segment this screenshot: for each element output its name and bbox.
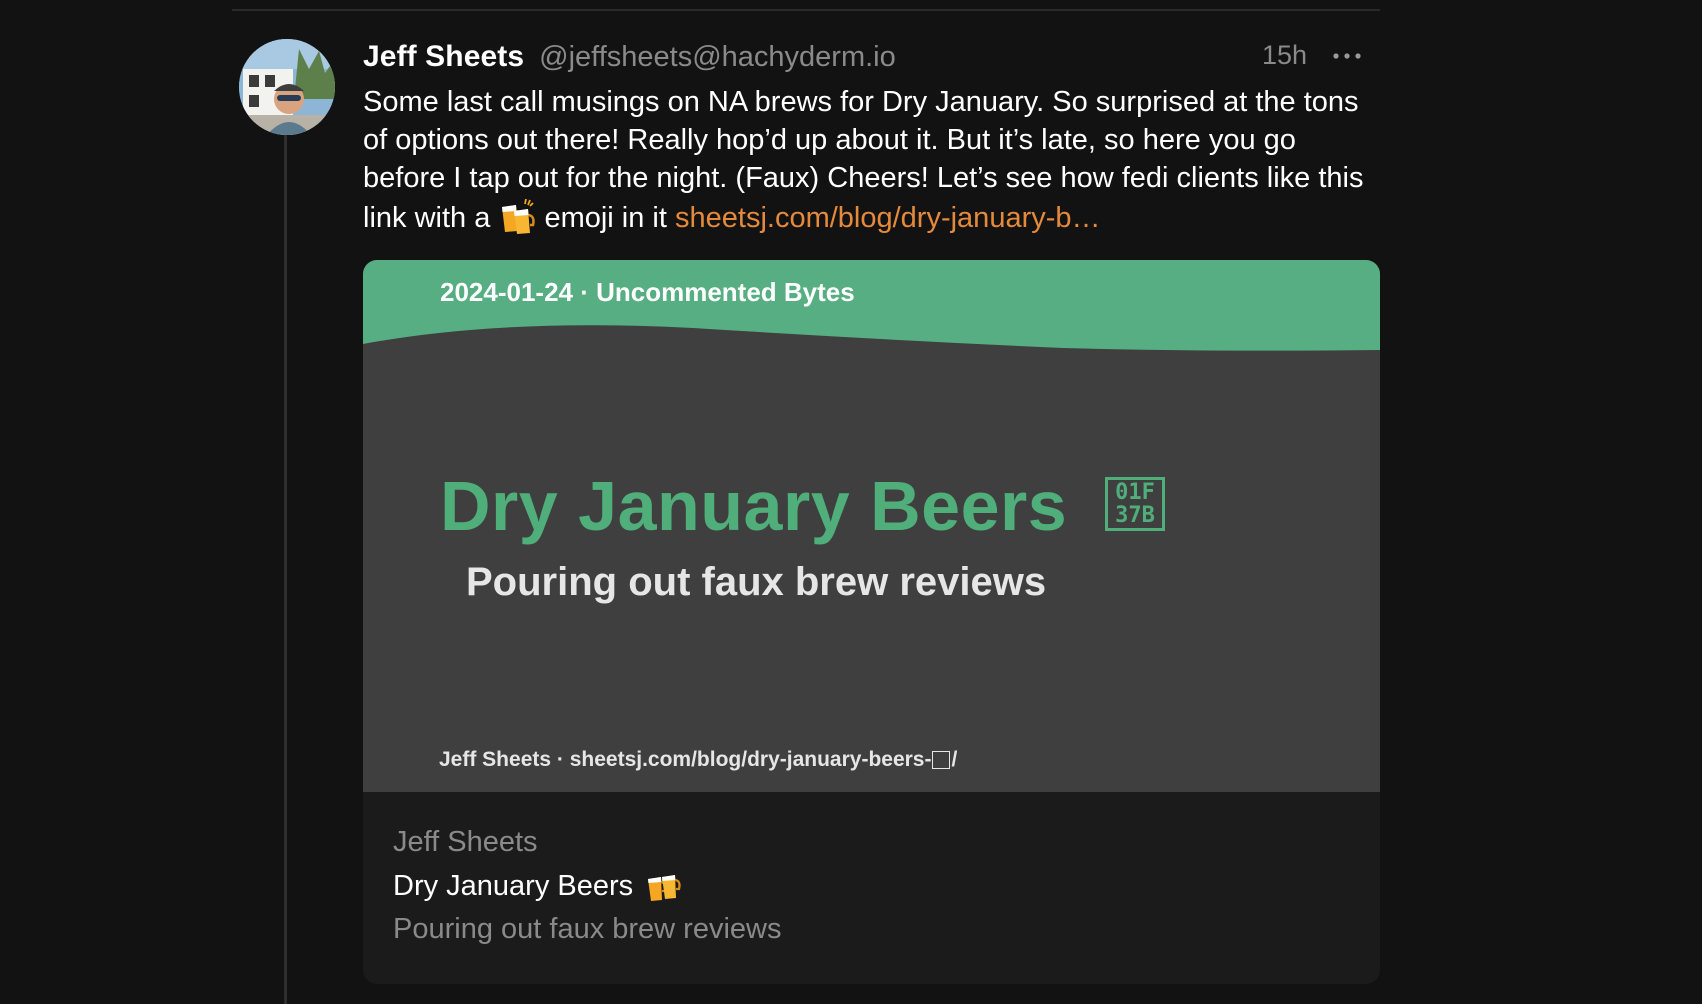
top-divider <box>232 9 1380 11</box>
green-wave-banner <box>363 260 1380 351</box>
og-footer-text: Jeff Sheets · sheetsj.com/blog/dry-janua… <box>439 748 932 771</box>
missing-glyph-code-bottom: 37B <box>1115 503 1155 528</box>
link-preview-title: Dry January Beers <box>393 869 634 902</box>
og-footer-suffix: / <box>951 748 958 771</box>
missing-glyph-code-top: 01F <box>1115 480 1155 505</box>
missing-glyph-box: 01F 37B <box>1105 477 1165 531</box>
link-preview-title-row: Dry January Beers <box>393 867 1353 905</box>
author-handle[interactable]: @jeffsheets@hachyderm.io <box>539 41 896 74</box>
clinking-beer-mugs-icon <box>498 197 536 235</box>
link-preview-author: Jeff Sheets <box>393 826 538 858</box>
missing-glyph-icon <box>932 751 951 769</box>
og-image-footer: Jeff Sheets · sheetsj.com/blog/dry-janua… <box>439 748 957 772</box>
og-image-subtitle: Pouring out faux brew reviews <box>466 560 1047 604</box>
post-timestamp[interactable]: 15h <box>1262 40 1307 71</box>
clinking-beer-mugs-icon <box>645 867 683 905</box>
link-preview-card[interactable]: 2024-01-24 · Uncommented Bytes Dry Janua… <box>363 260 1380 984</box>
og-image-title: Dry January Beers <box>440 467 1068 545</box>
author-display-name[interactable]: Jeff Sheets <box>363 40 524 74</box>
link-preview-meta: Jeff Sheets Dry January Beers Pouring ou… <box>393 826 1353 946</box>
link-preview-description: Pouring out faux brew reviews <box>393 913 782 945</box>
more-options-icon[interactable] <box>1325 36 1369 76</box>
post-header: Jeff Sheets @jeffsheets@hachyderm.io 15h <box>363 36 1380 78</box>
post-link[interactable]: sheetsj.com/blog/dry-january-b… <box>675 202 1101 234</box>
og-image-meta: 2024-01-24 · Uncommented Bytes <box>440 277 855 307</box>
post-text-part-2: emoji in it <box>536 202 675 234</box>
post: Jeff Sheets @jeffsheets@hachyderm.io 15h… <box>363 36 1380 237</box>
link-preview-image: 2024-01-24 · Uncommented Bytes Dry Janua… <box>363 260 1380 792</box>
thread-line <box>284 132 287 1004</box>
avatar[interactable] <box>239 39 335 135</box>
post-content: Some last call musings on NA brews for D… <box>363 83 1373 237</box>
